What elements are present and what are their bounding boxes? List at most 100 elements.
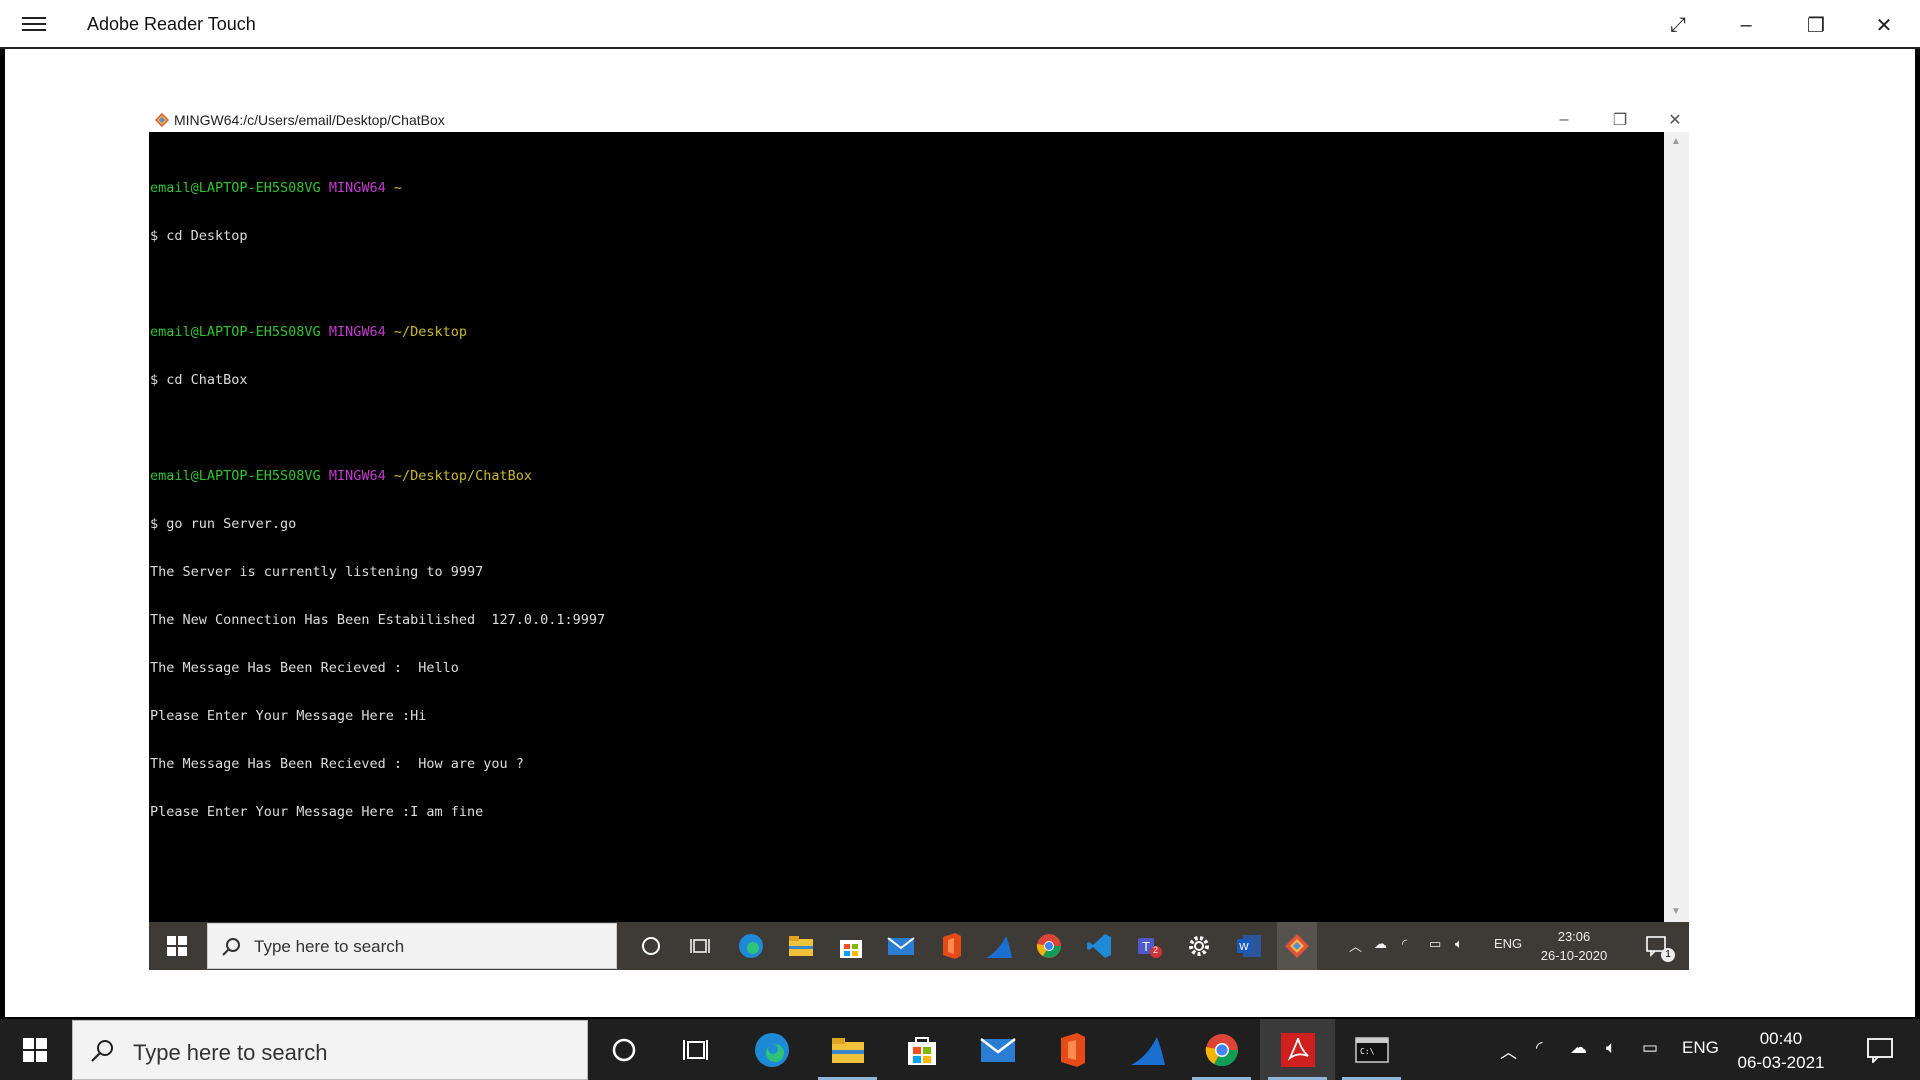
app-titlebar: Adobe Reader Touch ⤢ – ❐ ✕	[0, 0, 1920, 49]
prompt-line: email@LAPTOP-EH5S08VG MINGW64 ~/Desktop/…	[150, 468, 1664, 484]
inner-time: 23:06	[1557, 929, 1591, 944]
action-center-icon[interactable]	[1852, 1019, 1908, 1080]
cortana-icon[interactable]	[631, 928, 671, 964]
prompt-line: email@LAPTOP-EH5S08VG MINGW64 ~/Desktop	[150, 324, 1664, 340]
notification-icon[interactable]: 1	[1637, 928, 1677, 964]
prompt-host: MINGW64	[328, 468, 386, 484]
hamburger-menu-icon[interactable]	[22, 14, 46, 34]
svg-text:C:\: C:\	[1360, 1047, 1375, 1056]
start-button[interactable]	[0, 1019, 70, 1080]
prompt-line: email@LAPTOP-EH5S08VG MINGW64 ~	[150, 180, 1664, 196]
file-explorer-icon[interactable]	[781, 928, 821, 964]
svg-text:W: W	[1239, 942, 1249, 953]
restore-button[interactable]: ❐	[1796, 10, 1836, 40]
wireshark-icon[interactable]	[979, 928, 1019, 964]
command-line: $ go run Server.go	[150, 516, 297, 532]
terminal-output[interactable]: email@LAPTOP-EH5S08VG MINGW64 ~ $ cd Des…	[149, 132, 1664, 922]
git-icon[interactable]	[1277, 922, 1317, 970]
command-line: $ cd Desktop	[150, 228, 248, 244]
file-explorer-icon[interactable]	[810, 1019, 885, 1080]
wireshark-icon[interactable]	[1110, 1019, 1185, 1080]
command-line: $ cd ChatBox	[150, 372, 248, 388]
embedded-screenshot: MINGW64:/c/Users/email/Desktop/ChatBox –…	[149, 107, 1689, 1017]
mail-icon[interactable]	[881, 928, 921, 964]
language-indicator[interactable]: ENG	[1494, 936, 1522, 951]
office-icon[interactable]	[931, 928, 971, 964]
windows-logo-icon	[167, 936, 187, 956]
prompt-user: email@LAPTOP-EH5S08VG	[150, 180, 321, 196]
word-icon[interactable]: W	[1229, 928, 1269, 964]
output-line: Please Enter Your Message Here :Hi	[150, 708, 427, 724]
search-icon	[222, 938, 240, 956]
terminal-title: MINGW64:/c/Users/email/Desktop/ChatBox	[174, 112, 445, 128]
onedrive-icon[interactable]: ☁	[1570, 1038, 1587, 1058]
output-line: The Message Has Been Recieved : How are …	[150, 756, 524, 772]
terminal-titlebar: MINGW64:/c/Users/email/Desktop/ChatBox –…	[149, 107, 1689, 132]
prompt-path: ~/Desktop/ChatBox	[393, 468, 533, 484]
store-icon[interactable]	[884, 1019, 959, 1080]
terminal-minimize-button[interactable]: –	[1549, 109, 1579, 131]
output-line: The Server is currently listening to 999…	[150, 564, 484, 580]
output-line: The Message Has Been Recieved : Hello	[150, 660, 459, 676]
prompt-user: email@LAPTOP-EH5S08VG	[150, 468, 321, 484]
date: 06-03-2021	[1737, 1053, 1825, 1072]
git-bash-icon	[155, 113, 169, 127]
prompt-user: email@LAPTOP-EH5S08VG	[150, 324, 321, 340]
language-indicator[interactable]: ENG	[1682, 1038, 1719, 1058]
notification-badge: 1	[1661, 948, 1675, 962]
scroll-down-icon[interactable]: ▼	[1670, 906, 1682, 918]
volume-icon[interactable]: 🔈︎	[1455, 936, 1463, 952]
wifi-icon[interactable]: ◜	[1536, 1038, 1543, 1058]
store-icon[interactable]	[831, 928, 871, 964]
svg-text:T: T	[1141, 940, 1150, 954]
inner-search-box[interactable]: Type here to search	[207, 923, 617, 969]
office-icon[interactable]	[1034, 1019, 1109, 1080]
clock[interactable]: 00:40 06-03-2021	[1728, 1027, 1834, 1075]
scroll-up-icon[interactable]: ▲	[1670, 136, 1682, 148]
chrome-icon[interactable]	[1029, 928, 1069, 964]
taskbar-search-box[interactable]: Type here to search	[72, 1020, 588, 1080]
edge-icon[interactable]	[731, 928, 771, 964]
battery-icon[interactable]: ▭	[1642, 1038, 1658, 1058]
time: 00:40	[1759, 1029, 1803, 1048]
volume-icon[interactable]: 🔈︎	[1606, 1038, 1616, 1058]
vscode-icon[interactable]	[1079, 928, 1119, 964]
task-view-icon[interactable]	[658, 1019, 733, 1080]
document-page[interactable]: MINGW64:/c/Users/email/Desktop/ChatBox –…	[5, 49, 1915, 1017]
inner-start-button[interactable]	[149, 922, 205, 970]
output-line: Please Enter Your Message Here :I am fin…	[150, 804, 484, 820]
prompt-path: ~/Desktop	[393, 324, 468, 340]
mail-icon[interactable]	[960, 1019, 1035, 1080]
chrome-icon[interactable]	[1184, 1019, 1259, 1080]
close-button[interactable]: ✕	[1864, 10, 1904, 40]
app-title: Adobe Reader Touch	[87, 14, 256, 34]
terminal-icon[interactable]: C:\	[1334, 1019, 1409, 1080]
teams-badge: 2	[1153, 945, 1159, 955]
prompt-host: MINGW64	[328, 180, 386, 196]
show-hidden-icons-icon[interactable]: ︿	[1500, 1038, 1517, 1063]
terminal-close-button[interactable]: ✕	[1660, 109, 1690, 131]
teams-icon[interactable]: T2	[1129, 928, 1169, 964]
search-icon	[91, 1040, 113, 1062]
windows-logo-icon	[23, 1037, 47, 1062]
task-view-icon[interactable]	[681, 928, 721, 964]
show-hidden-icons-icon[interactable]: ︿	[1349, 936, 1362, 955]
battery-icon[interactable]: ▭	[1429, 936, 1441, 952]
settings-icon[interactable]	[1179, 928, 1219, 964]
search-placeholder: Type here to search	[133, 1040, 328, 1065]
edge-icon[interactable]	[734, 1019, 809, 1080]
onedrive-icon[interactable]: ☁	[1374, 936, 1387, 952]
inner-date: 26-10-2020	[1540, 948, 1608, 963]
wifi-icon[interactable]: ◜	[1402, 936, 1407, 952]
cortana-icon[interactable]	[586, 1019, 661, 1080]
minimize-button[interactable]: –	[1726, 10, 1766, 40]
terminal-scrollbar[interactable]: ▲ ▼	[1664, 132, 1689, 922]
inner-clock[interactable]: 23:06 26-10-2020	[1529, 927, 1619, 965]
fullscreen-button[interactable]: ⤢	[1658, 10, 1698, 40]
taskbar: Type here to search C:\ ︿ ◜ ☁ 🔈︎ ▭ ENG 0…	[0, 1019, 1920, 1080]
output-line: The New Connection Has Been Estabilished…	[150, 612, 606, 628]
inner-taskbar: Type here to search T2 W ︿ ☁ ◜ ▭ 🔈︎ ENG …	[149, 922, 1689, 970]
acrobat-icon[interactable]	[1260, 1019, 1335, 1080]
terminal-restore-button[interactable]: ❐	[1605, 109, 1635, 131]
document-frame: MINGW64:/c/Users/email/Desktop/ChatBox –…	[0, 49, 1920, 1019]
